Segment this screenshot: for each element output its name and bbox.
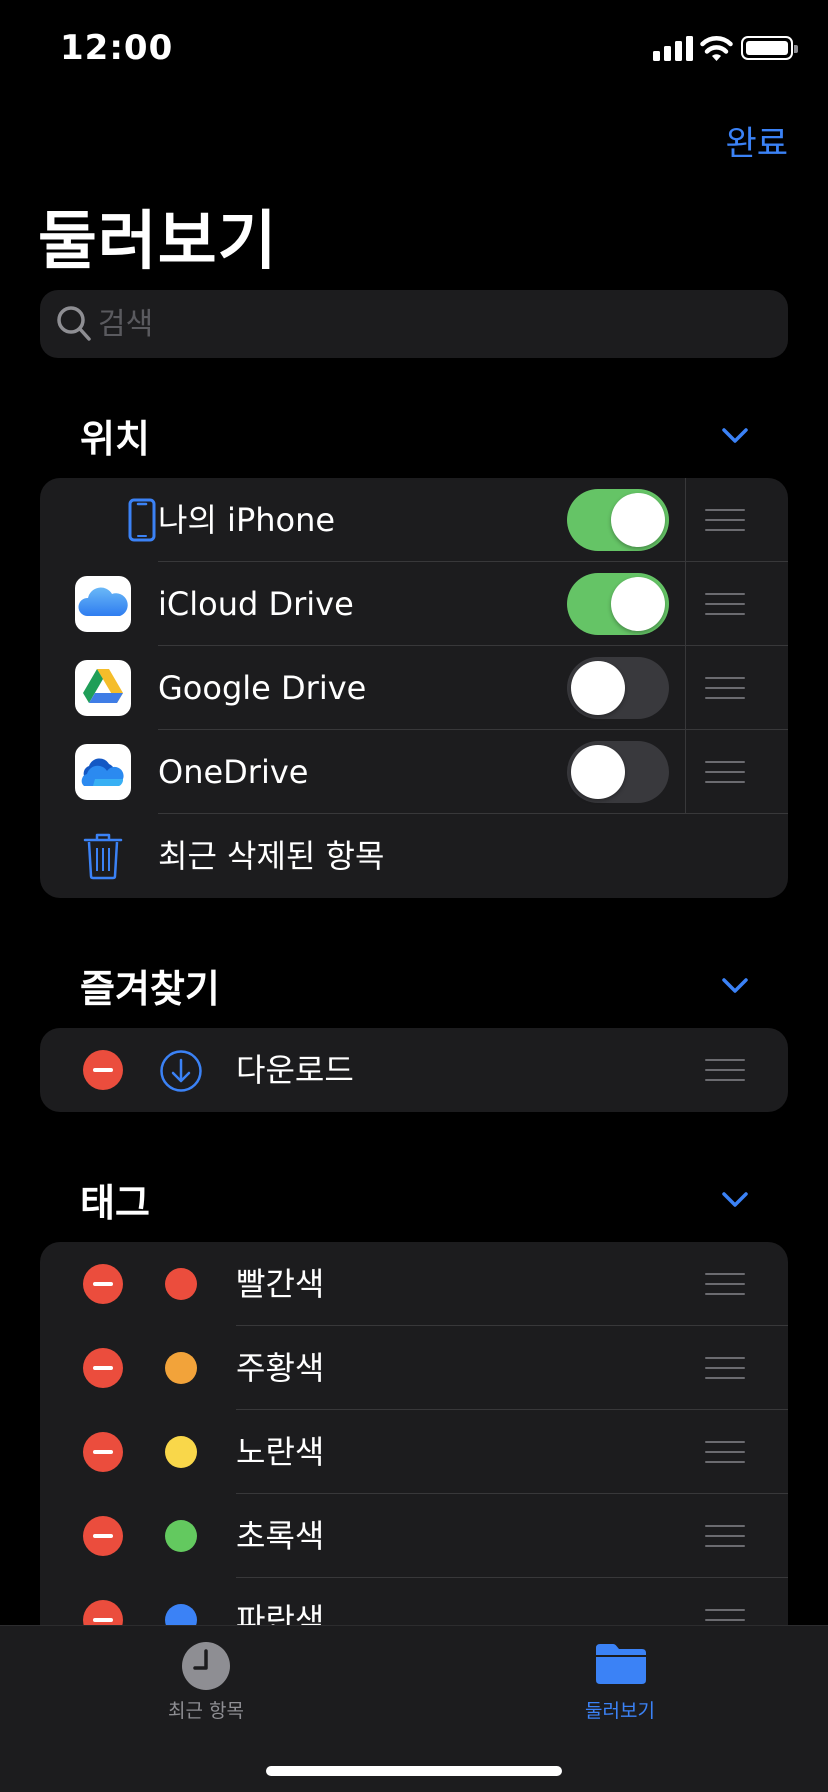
favorites-list: 다운로드 xyxy=(40,1028,788,1112)
reorder-handle-icon[interactable] xyxy=(705,1357,745,1379)
battery-icon xyxy=(741,36,798,60)
tag-color-dot xyxy=(165,1436,197,1468)
remove-tag-button[interactable] xyxy=(83,1348,123,1388)
favorites-section-title: 즐겨찾기 xyxy=(80,967,220,1011)
location-label: 나의 iPhone xyxy=(158,501,336,539)
tag-label: 노란색 xyxy=(236,1433,325,1471)
tag-row[interactable]: 빨간색 xyxy=(40,1242,788,1326)
reorder-handle-icon[interactable] xyxy=(705,677,745,699)
reorder-handle-icon[interactable] xyxy=(705,1525,745,1547)
done-button[interactable]: 완료 xyxy=(725,116,788,165)
search-icon xyxy=(57,306,91,341)
tab-label: 둘러보기 xyxy=(585,1700,655,1722)
tag-row[interactable]: 초록색 xyxy=(40,1494,788,1578)
favorite-label: 다운로드 xyxy=(236,1051,354,1089)
tag-label: 초록색 xyxy=(236,1517,325,1555)
clock-icon xyxy=(182,1642,230,1690)
iphone-icon xyxy=(128,498,156,542)
locations-section-title: 위치 xyxy=(80,417,150,461)
tag-color-dot xyxy=(165,1352,197,1384)
tag-label: 주황색 xyxy=(236,1349,325,1387)
search-input[interactable] xyxy=(98,300,758,348)
location-label: OneDrive xyxy=(158,753,309,791)
location-row-onedrive[interactable]: OneDrive xyxy=(40,730,788,814)
tag-row[interactable]: 주황색 xyxy=(40,1326,788,1410)
cellular-signal-icon xyxy=(653,36,693,61)
reorder-handle-icon[interactable] xyxy=(705,1441,745,1463)
locations-chevron-down-icon[interactable] xyxy=(720,426,750,446)
favorites-chevron-down-icon[interactable] xyxy=(720,976,750,996)
reorder-handle-icon[interactable] xyxy=(705,1273,745,1295)
google-drive-icon xyxy=(75,660,131,716)
trash-icon xyxy=(83,833,123,880)
location-row-iphone[interactable]: 나의 iPhone xyxy=(40,478,788,562)
remove-favorite-button[interactable] xyxy=(83,1050,123,1090)
location-row-recently-deleted[interactable]: 최근 삭제된 항목 xyxy=(40,814,788,898)
tag-label: 빨간색 xyxy=(236,1265,325,1303)
tags-chevron-down-icon[interactable] xyxy=(720,1190,750,1210)
tab-recents[interactable]: 최근 항목 xyxy=(106,1626,306,1736)
tag-row[interactable]: 노란색 xyxy=(40,1410,788,1494)
location-label: Google Drive xyxy=(158,669,367,707)
reorder-handle-icon[interactable] xyxy=(705,593,745,615)
tags-list: 빨간색 주황색 노란색 초록색 파란색 xyxy=(40,1242,788,1662)
reorder-handle-icon[interactable] xyxy=(705,1059,745,1081)
onedrive-icon xyxy=(75,744,131,800)
folder-icon xyxy=(596,1644,646,1684)
location-label: 최근 삭제된 항목 xyxy=(158,837,385,875)
status-time: 12:00 xyxy=(60,28,174,68)
icloud-drive-icon xyxy=(75,576,131,632)
remove-tag-button[interactable] xyxy=(83,1264,123,1304)
location-row-icloud-drive[interactable]: iCloud Drive xyxy=(40,562,788,646)
locations-list: 나의 iPhone iCloud Drive Google Drive OneD… xyxy=(40,478,788,898)
home-indicator xyxy=(266,1766,562,1776)
icloud-drive-toggle[interactable] xyxy=(567,573,669,635)
wifi-icon xyxy=(700,36,733,61)
onedrive-toggle[interactable] xyxy=(567,741,669,803)
iphone-toggle[interactable] xyxy=(567,489,669,551)
reorder-handle-icon[interactable] xyxy=(705,509,745,531)
favorite-row-downloads[interactable]: 다운로드 xyxy=(40,1028,788,1112)
remove-tag-button[interactable] xyxy=(83,1432,123,1472)
status-bar: 12:00 xyxy=(0,0,828,100)
tag-color-dot xyxy=(165,1268,197,1300)
location-row-google-drive[interactable]: Google Drive xyxy=(40,646,788,730)
page-title: 둘러보기 xyxy=(38,205,278,279)
download-icon xyxy=(160,1050,202,1092)
tag-color-dot xyxy=(165,1520,197,1552)
location-label: iCloud Drive xyxy=(158,585,354,623)
tab-browse[interactable]: 둘러보기 xyxy=(520,1626,720,1736)
google-drive-toggle[interactable] xyxy=(567,657,669,719)
reorder-handle-icon[interactable] xyxy=(705,761,745,783)
tags-section-title: 태그 xyxy=(80,1181,150,1225)
search-bar[interactable] xyxy=(40,290,788,358)
tab-label: 최근 항목 xyxy=(168,1700,244,1722)
remove-tag-button[interactable] xyxy=(83,1516,123,1556)
